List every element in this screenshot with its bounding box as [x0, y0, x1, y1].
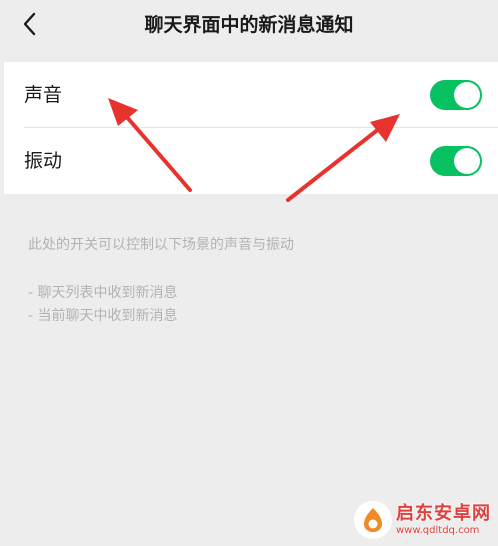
watermark: 启东安卓网 www.qdltdq.com [354, 498, 494, 542]
toggle-knob [454, 148, 480, 174]
vibrate-label: 振动 [24, 150, 63, 172]
settings-row-vibrate: 振动 [4, 128, 498, 194]
vibrate-toggle[interactable] [430, 146, 482, 176]
hint-item: - 当前聊天中收到新消息 [28, 308, 178, 324]
nav-bar: 聊天界面中的新消息通知 [0, 0, 498, 52]
back-button[interactable] [14, 8, 46, 40]
chevron-left-icon [23, 12, 36, 36]
settings-card: 声音 振动 [4, 62, 498, 194]
hint-item: - 聊天列表中收到新消息 [28, 285, 178, 301]
watermark-name: 启东安卓网 [396, 502, 491, 524]
watermark-url: www.qdltdq.com [396, 524, 480, 536]
toggle-knob [454, 82, 480, 108]
sound-toggle[interactable] [430, 80, 482, 110]
hint-description: 此处的开关可以控制以下场景的声音与振动 [28, 237, 294, 253]
watermark-logo-icon [354, 501, 392, 539]
settings-row-sound: 声音 [4, 62, 498, 128]
sound-label: 声音 [24, 84, 63, 106]
page-title: 聊天界面中的新消息通知 [144, 14, 354, 36]
